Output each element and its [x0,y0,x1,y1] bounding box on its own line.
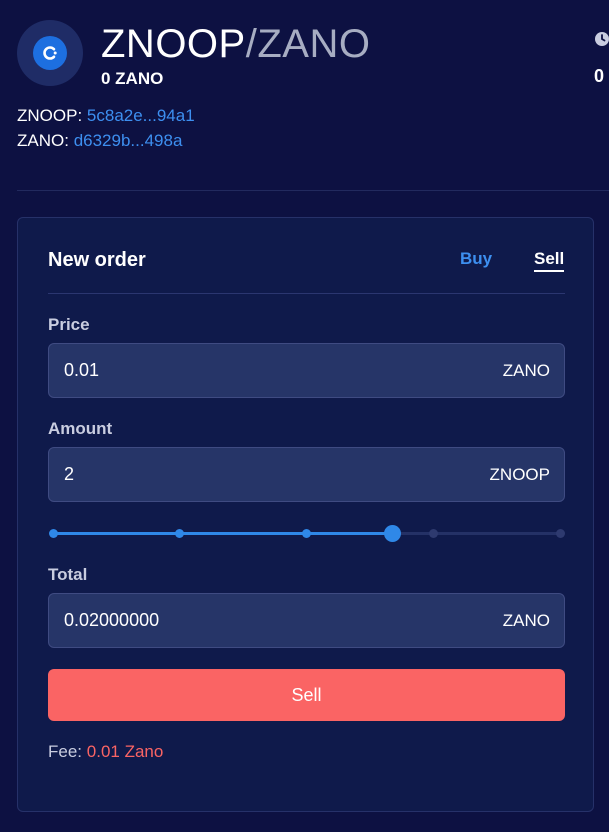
clock-icon [595,32,609,46]
right-stat-value: 0 [594,66,605,86]
amount-label: Amount [48,419,113,438]
slider-stop-0[interactable] [48,529,58,538]
base-asset-id-row: ZNOOP: 5c8a2e...94a1 [17,103,195,128]
card-title: New order [48,249,146,271]
amount-field[interactable]: 2 ZNOOP [48,447,565,502]
pair-separator: / [245,22,258,66]
base-asset-label: ZNOOP: [17,106,83,125]
tab-buy[interactable]: Buy [460,249,492,269]
amount-input[interactable]: 2 [64,464,74,485]
fee-label: Fee: [48,742,83,761]
amount-unit: ZNOOP [489,465,550,484]
total-input[interactable]: 0.02000000 [64,610,159,631]
price-field[interactable]: 0.01 ZANO [48,343,565,398]
new-order-card: New order Buy Sell Price 0.01 ZANO Amoun… [17,217,594,812]
total-unit: ZANO [502,611,550,630]
slider-stop-3[interactable] [428,529,438,538]
total-label: Total [48,565,88,584]
total-field[interactable]: 0.02000000 ZANO [48,593,565,648]
slider-thumb[interactable] [384,525,402,542]
asset-ids: ZNOOP: 5c8a2e...94a1 ZANO: d6329b...498a [17,103,195,153]
price-label: Price [48,315,90,334]
quote-asset-label: ZANO: [17,131,69,150]
base-asset-id-link[interactable]: 5c8a2e...94a1 [87,106,195,125]
slider-fill [53,532,393,535]
quote-asset-id-row: ZANO: d6329b...498a [17,128,195,153]
price-input[interactable]: 0.01 [64,360,99,381]
card-divider [48,293,565,294]
pair-title: ZNOOP/ZANO [101,22,370,66]
zano-logo-icon [17,20,83,86]
tab-sell[interactable]: Sell [534,249,565,272]
quote-asset-id-link[interactable]: d6329b...498a [74,131,183,150]
slider-stop-1[interactable] [175,529,185,538]
c-letter-icon [43,46,57,60]
amount-slider[interactable] [48,524,565,544]
sell-button[interactable]: Sell [48,669,565,721]
slider-stop-4[interactable] [555,529,565,538]
fee-row: Fee: 0.01 Zano [48,742,163,762]
pair-base: ZNOOP [101,22,246,66]
trading-page: ZNOOP/ZANO 0 ZANO 0 ZNOOP: 5c8a2e...94a1… [0,0,609,832]
header-divider [17,190,609,191]
pair-header: ZNOOP/ZANO 0 ZANO [17,20,370,89]
fee-value: 0.01 Zano [86,742,164,761]
slider-stop-2[interactable] [302,529,311,538]
pair-quote: ZANO [257,22,371,66]
price-unit: ZANO [502,361,550,380]
pair-balance: 0 ZANO [101,69,164,88]
